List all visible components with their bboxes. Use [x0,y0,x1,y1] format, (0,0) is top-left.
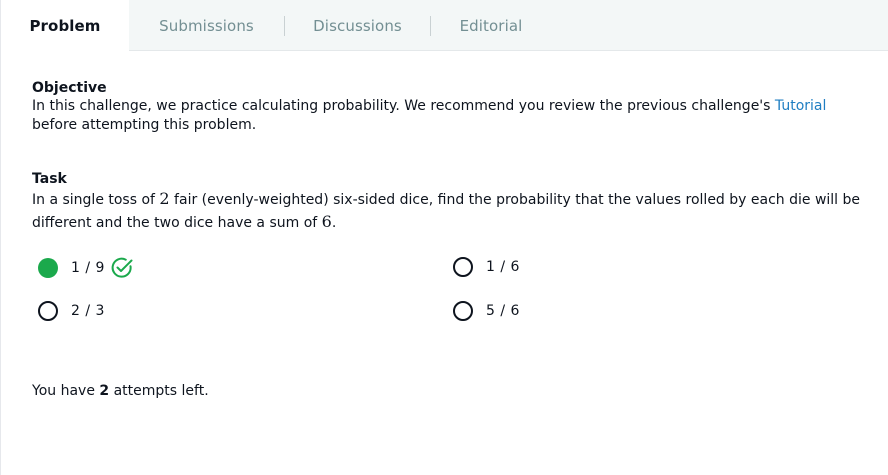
option-5-6[interactable]: 5 / 6 [453,301,520,321]
tab-submissions[interactable]: Submissions [129,0,284,51]
objective-text-after: before attempting this problem. [32,117,257,133]
math-sum: 6 [321,212,332,231]
objective-text-before: In this challenge, we practice calculati… [32,98,775,114]
task-heading: Task [32,171,67,187]
attempts-prefix: You have [32,383,100,399]
radio-unselected[interactable] [38,301,58,321]
attempts-left: You have 2 attempts left. [32,383,209,399]
check-circle-icon [110,256,134,280]
problem-statement: Objective In this challenge, we practice… [32,79,862,234]
attempts-suffix: attempts left. [109,383,209,399]
option-label: 2 / 3 [71,303,105,319]
option-2-3[interactable]: 2 / 3 [38,301,105,321]
task-text-part: In a single toss of [32,192,160,208]
math-num-dice: 2 [159,189,170,208]
challenge-page: Problem Submissions Discussions Editoria… [0,0,888,475]
tab-bar: Problem Submissions Discussions Editoria… [1,0,888,52]
tab-problem[interactable]: Problem [1,0,129,52]
task-text-part: . [331,215,337,231]
radio-unselected[interactable] [453,301,473,321]
radio-selected[interactable] [38,258,58,278]
option-1-6[interactable]: 1 / 6 [453,257,520,277]
task-section: Task In a single toss of 2 fair (evenly-… [32,170,862,234]
option-label: 1 / 6 [486,259,520,275]
tutorial-link[interactable]: Tutorial [775,98,826,114]
task-text: In a single toss of 2 fair (evenly-weigh… [32,188,862,234]
objective-text: In this challenge, we practice calculati… [32,97,862,135]
attempts-count: 2 [99,383,110,399]
objective-heading: Objective [32,80,107,96]
option-label: 1 / 9 [71,260,105,276]
answer-options: 1 / 9 1 / 6 2 / 3 5 / 6 [38,256,598,326]
tab-editorial[interactable]: Editorial [431,0,551,51]
tab-discussions[interactable]: Discussions [285,0,430,51]
option-label: 5 / 6 [486,303,520,319]
radio-unselected[interactable] [453,257,473,277]
option-1-9[interactable]: 1 / 9 [38,256,134,280]
